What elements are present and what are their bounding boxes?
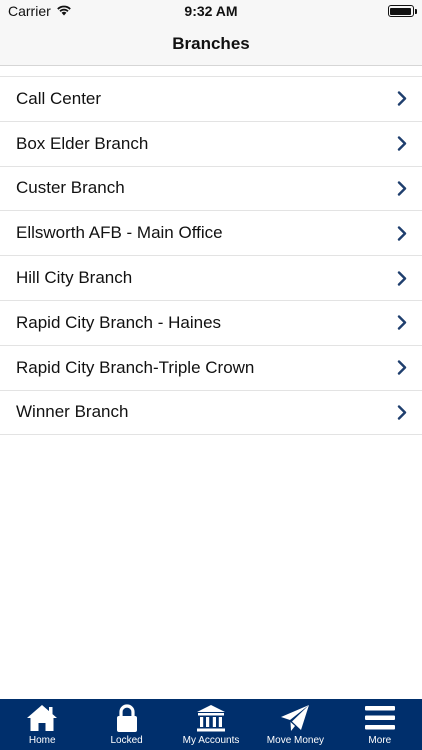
status-bar: Carrier 9:32 AM (0, 0, 422, 22)
branch-label: Winner Branch (16, 402, 129, 422)
branch-list: Call Center Box Elder Branch Custer Bran… (0, 76, 422, 436)
status-time: 9:32 AM (184, 3, 238, 19)
tab-label: Locked (110, 735, 143, 746)
navigation-bar: Branches (0, 22, 422, 66)
tab-label: My Accounts (182, 735, 240, 746)
tab-label: More (368, 735, 392, 746)
branch-row-box-elder[interactable]: Box Elder Branch (0, 122, 422, 167)
tab-locked[interactable]: Locked (84, 699, 168, 750)
lock-icon (114, 703, 140, 733)
branch-row-winner[interactable]: Winner Branch (0, 391, 422, 436)
branch-row-custer[interactable]: Custer Branch (0, 167, 422, 212)
branch-label: Rapid City Branch - Haines (16, 312, 222, 332)
branch-label: Call Center (16, 88, 102, 108)
chevron-right-icon (396, 91, 408, 107)
tab-more[interactable]: More (338, 699, 422, 750)
home-icon (25, 703, 59, 733)
bank-icon (195, 703, 227, 733)
tab-bar: Home Locked My Accounts Move Money More (0, 699, 422, 750)
wifi-icon (56, 3, 72, 19)
chevron-right-icon (396, 404, 408, 420)
tab-label: Home (28, 735, 56, 746)
chevron-right-icon (396, 136, 408, 152)
tab-my-accounts[interactable]: My Accounts (169, 699, 253, 750)
chevron-right-icon (396, 180, 408, 196)
branch-row-call-center[interactable]: Call Center (0, 77, 422, 122)
chevron-right-icon (396, 225, 408, 241)
branch-label: Box Elder Branch (16, 133, 149, 153)
tab-move-money[interactable]: Move Money (253, 699, 337, 750)
chevron-right-icon (396, 270, 408, 286)
branch-label: Ellsworth AFB - Main Office (16, 223, 223, 243)
battery-icon (387, 5, 417, 17)
branch-label: Hill City Branch (16, 268, 133, 288)
branch-row-hill-city[interactable]: Hill City Branch (0, 256, 422, 301)
chevron-right-icon (396, 360, 408, 376)
chevron-right-icon (396, 315, 408, 331)
page-title: Branches (172, 33, 250, 53)
branch-row-rapid-city-triple-crown[interactable]: Rapid City Branch-Triple Crown (0, 346, 422, 391)
carrier-label: Carrier (8, 3, 51, 19)
branch-label: Rapid City Branch-Triple Crown (16, 357, 255, 377)
paper-plane-icon (279, 703, 311, 733)
menu-icon (364, 703, 396, 733)
branch-row-ellsworth[interactable]: Ellsworth AFB - Main Office (0, 211, 422, 257)
branch-label: Custer Branch (16, 178, 125, 198)
branch-row-rapid-city-haines[interactable]: Rapid City Branch - Haines (0, 301, 422, 346)
tab-label: Move Money (266, 735, 325, 746)
tab-home[interactable]: Home (0, 699, 84, 750)
